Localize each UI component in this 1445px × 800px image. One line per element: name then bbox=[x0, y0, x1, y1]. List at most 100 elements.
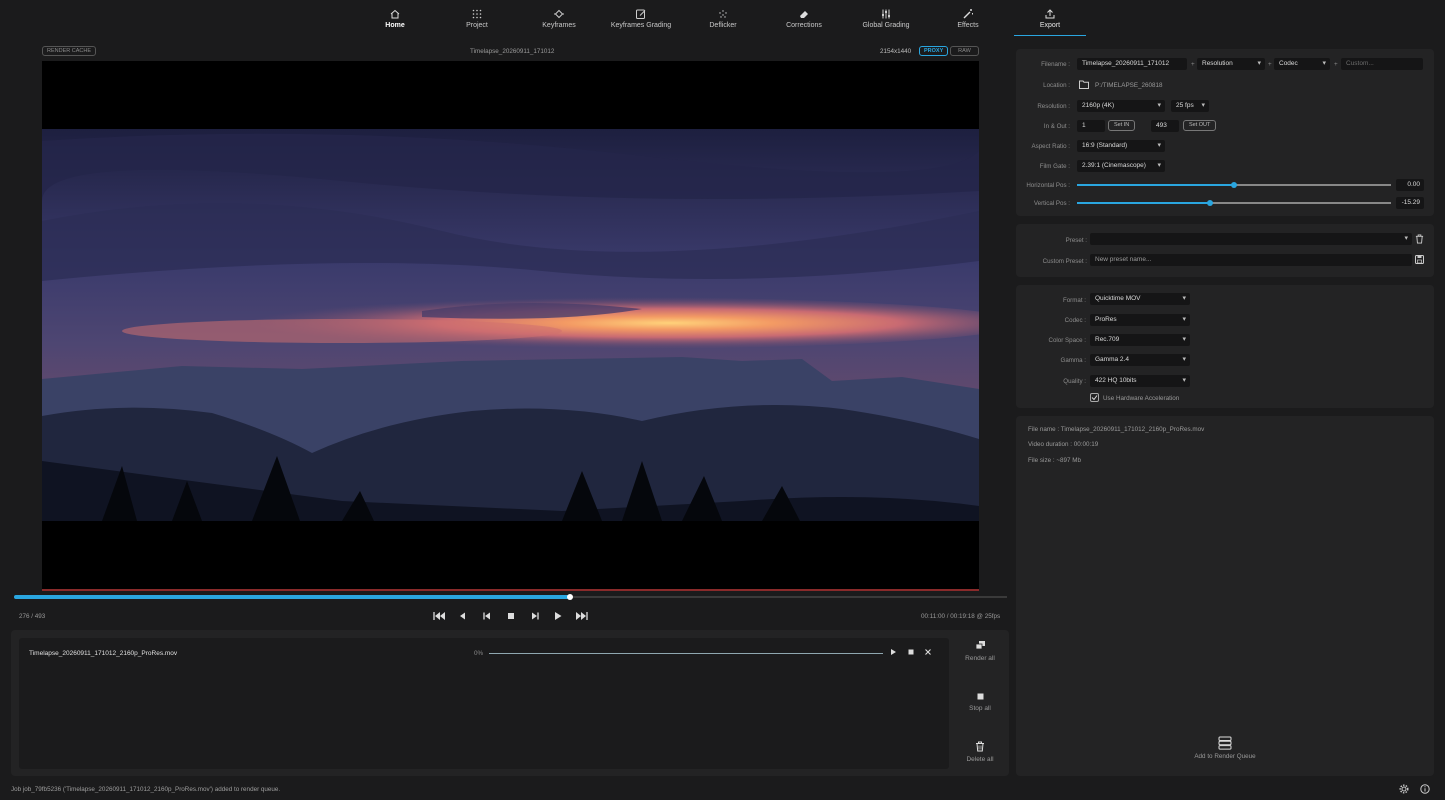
resolution-label: Resolution : bbox=[1037, 103, 1070, 110]
set-in-button[interactable]: Set IN bbox=[1108, 120, 1136, 131]
skip-to-start-icon[interactable] bbox=[432, 610, 446, 622]
plus-sign: + bbox=[1191, 61, 1195, 68]
play-icon[interactable] bbox=[551, 610, 565, 622]
clip-title: Timelapse_20260911_171012 bbox=[470, 48, 555, 55]
trash-icon bbox=[976, 741, 984, 752]
in-point-input[interactable]: 1 bbox=[1077, 120, 1105, 132]
vertical-pos-slider[interactable] bbox=[1077, 197, 1391, 209]
gamma-dropdown[interactable]: Gamma 2.4 bbox=[1090, 354, 1190, 366]
slider-fill bbox=[1077, 184, 1234, 186]
magic-wand-icon bbox=[963, 9, 973, 19]
gear-icon[interactable] bbox=[1399, 784, 1409, 794]
tab-label: Global Grading bbox=[862, 22, 910, 29]
filename-input[interactable]: Timelapse_20260911_171012 bbox=[1077, 58, 1187, 70]
horizontal-pos-label: Horizontal Pos : bbox=[1026, 182, 1070, 189]
filename-codec-dropdown[interactable]: Codec bbox=[1274, 58, 1330, 70]
video-preview[interactable] bbox=[42, 61, 979, 591]
queue-item-play-icon[interactable] bbox=[889, 648, 897, 656]
folder-icon[interactable] bbox=[1079, 80, 1089, 89]
tab-corrections[interactable]: Corrections bbox=[764, 6, 844, 34]
format-label: Format : bbox=[1062, 297, 1086, 304]
scrubber-progress bbox=[14, 595, 571, 599]
grid-icon bbox=[472, 9, 482, 19]
custom-suffix-input[interactable]: Custom... bbox=[1341, 58, 1423, 70]
horizontal-pos-value[interactable]: 0.00 bbox=[1396, 179, 1424, 191]
render-all-label: Render all bbox=[965, 655, 995, 662]
queue-item-filename: Timelapse_20260911_171012_2160p_ProRes.m… bbox=[29, 650, 178, 657]
delete-preset-icon[interactable] bbox=[1415, 234, 1424, 244]
color-space-dropdown[interactable]: Rec.709 bbox=[1090, 334, 1190, 346]
skip-to-end-icon[interactable] bbox=[575, 610, 589, 622]
hw-accel-label: Use Hardware Acceleration bbox=[1103, 395, 1180, 402]
queue-item-remove-icon[interactable] bbox=[924, 648, 932, 656]
diamond-icon bbox=[554, 9, 564, 19]
custom-preset-label: Custom Preset : bbox=[1042, 258, 1087, 265]
timeline-scrubber[interactable] bbox=[14, 594, 1007, 600]
edit-icon bbox=[636, 9, 646, 19]
filename-resolution-dropdown[interactable]: Resolution bbox=[1197, 58, 1265, 70]
frame-counter: 276 / 493 bbox=[19, 613, 46, 620]
vertical-pos-label: Vertical Pos : bbox=[1033, 200, 1070, 207]
vertical-pos-value[interactable]: -15.29 bbox=[1396, 197, 1424, 209]
slider-handle[interactable] bbox=[1231, 182, 1237, 188]
info-icon[interactable] bbox=[1420, 784, 1430, 794]
timecode-readout: 00:11:00 / 00:19:18 @ 25fps bbox=[921, 613, 1001, 620]
custom-preset-input[interactable]: New preset name... bbox=[1090, 254, 1412, 266]
raw-toggle[interactable]: RAW bbox=[950, 46, 979, 56]
horizontal-pos-slider[interactable] bbox=[1077, 179, 1391, 191]
preset-label: Preset : bbox=[1065, 237, 1087, 244]
in-out-label: In & Out : bbox=[1043, 123, 1070, 130]
tab-effects[interactable]: Effects bbox=[928, 6, 1008, 34]
slider-handle[interactable] bbox=[1207, 200, 1214, 206]
stop-icon[interactable] bbox=[504, 610, 518, 622]
tab-label: Project bbox=[466, 22, 488, 29]
render-all-button[interactable]: Render all bbox=[960, 640, 1000, 662]
add-to-render-queue-button[interactable]: Add to Render Queue bbox=[1180, 736, 1270, 760]
save-icon[interactable] bbox=[1415, 255, 1424, 264]
preset-dropdown[interactable] bbox=[1090, 233, 1412, 245]
tab-project[interactable]: Project bbox=[437, 6, 517, 34]
tab-global-grading[interactable]: Global Grading bbox=[846, 6, 926, 34]
location-path[interactable]: P:/TIMELAPSE_260818 bbox=[1095, 82, 1163, 89]
viewer-header: RENDER CACHE Timelapse_20260911_171012 2… bbox=[42, 46, 979, 58]
codec-dropdown[interactable]: ProRes bbox=[1090, 314, 1190, 326]
tab-export[interactable]: Export bbox=[1010, 6, 1090, 36]
tab-keyframes[interactable]: Keyframes bbox=[519, 6, 599, 34]
tab-keyframes-grading[interactable]: Keyframes Grading bbox=[601, 6, 681, 34]
home-icon bbox=[390, 9, 400, 19]
step-back-icon[interactable] bbox=[480, 610, 494, 622]
queue-item-progress-bar bbox=[489, 653, 883, 654]
step-forward-icon[interactable] bbox=[528, 610, 542, 622]
proxy-toggle[interactable]: PROXY bbox=[919, 46, 949, 56]
fps-dropdown[interactable]: 25 fps bbox=[1171, 100, 1209, 112]
render-queue-panel: Timelapse_20260911_171012_2160p_ProRes.m… bbox=[11, 630, 1009, 776]
queue-item-progress-text: 0% bbox=[474, 650, 484, 657]
tab-deflicker[interactable]: Deflicker bbox=[683, 6, 763, 34]
tab-home[interactable]: Home bbox=[355, 6, 435, 34]
film-gate-dropdown[interactable]: 2.39:1 (Cinemascope) bbox=[1077, 160, 1165, 172]
quality-label: Quality : bbox=[1063, 378, 1086, 385]
eraser-icon bbox=[800, 11, 808, 18]
format-dropdown[interactable]: Quicktime MOV bbox=[1090, 293, 1190, 305]
set-out-button[interactable]: Set OUT bbox=[1183, 120, 1217, 131]
slider-fill bbox=[1077, 202, 1211, 204]
delete-all-button[interactable]: Delete all bbox=[960, 741, 1000, 763]
top-nav: Home Project Keyframes Keyframes Grading… bbox=[0, 0, 1445, 38]
plus-sign: + bbox=[1334, 61, 1338, 68]
out-point-input[interactable]: 493 bbox=[1151, 120, 1179, 132]
output-file-size: File size : ~897 Mb bbox=[1028, 457, 1082, 464]
play-reverse-icon[interactable] bbox=[456, 610, 470, 622]
sparkle-icon bbox=[719, 10, 727, 18]
queue-item-stop-icon[interactable] bbox=[907, 648, 915, 656]
resolution-dropdown[interactable]: 2160p (4K) bbox=[1077, 100, 1165, 112]
checkmark-icon bbox=[1091, 395, 1098, 401]
quality-dropdown[interactable]: 422 HQ 10bits bbox=[1090, 375, 1190, 387]
scrubber-playhead[interactable] bbox=[567, 594, 574, 600]
render-cache-button[interactable]: RENDER CACHE bbox=[42, 46, 97, 56]
aspect-ratio-label: Aspect Ratio : bbox=[1031, 143, 1070, 150]
stop-all-button[interactable]: Stop all bbox=[960, 692, 1000, 712]
sunset-landscape-frame bbox=[42, 129, 979, 591]
hw-accel-checkbox[interactable] bbox=[1090, 393, 1099, 402]
aspect-ratio-dropdown[interactable]: 16:9 (Standard) bbox=[1077, 140, 1165, 152]
tab-label: Deflicker bbox=[709, 22, 737, 29]
